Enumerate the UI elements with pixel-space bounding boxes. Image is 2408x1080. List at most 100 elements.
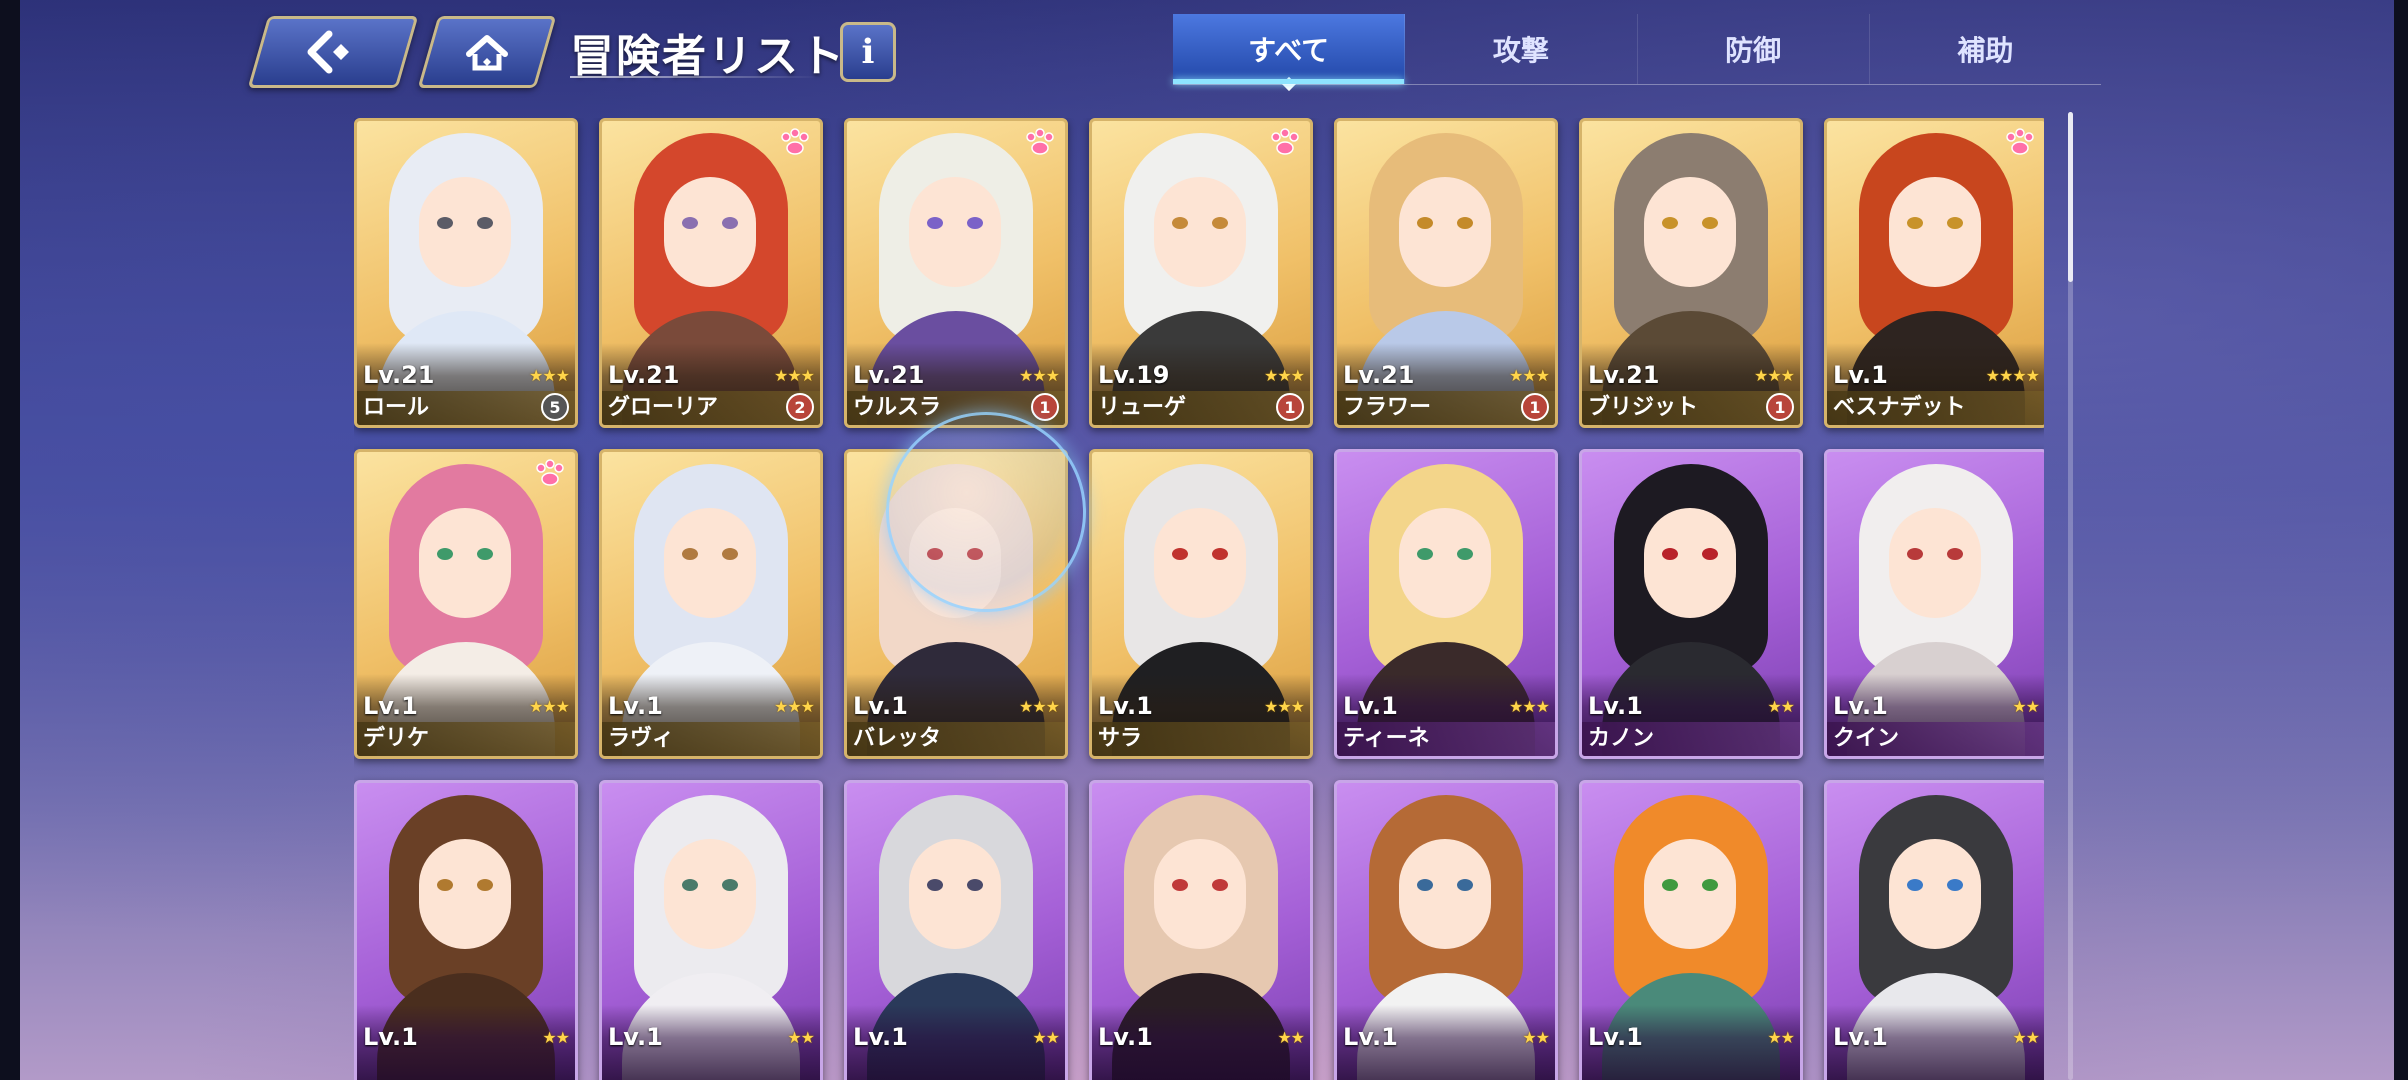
rank-badge: 1 — [1276, 393, 1304, 421]
level-label: Lv.1 — [1833, 692, 1888, 720]
level-label: Lv.21 — [608, 361, 680, 389]
star-rating: ★★★ — [1018, 366, 1060, 385]
star-rating: ★★★ — [528, 697, 570, 716]
star-rating: ★★ — [1767, 697, 1795, 716]
character-name: ベスナデット — [1833, 395, 1966, 420]
level-label: Lv.1 — [1833, 361, 1888, 389]
star-rating: ★★ — [2012, 1028, 2040, 1047]
adventurer-card[interactable]: Lv.21 ★★★ ウルスラ 1 — [844, 118, 1068, 428]
star-rating: ★★ — [2012, 697, 2040, 716]
star-rating: ★★ — [1522, 1028, 1550, 1047]
character-name: ブリジット — [1588, 395, 1699, 420]
level-label: Lv.21 — [853, 361, 925, 389]
rank-badge: 5 — [541, 393, 569, 421]
adventurer-card[interactable]: Lv.1 ★★★ ラヴィ — [599, 449, 823, 759]
level-label: Lv.19 — [1098, 361, 1170, 389]
level-label: Lv.1 — [363, 1023, 418, 1051]
star-rating: ★★★★ — [1985, 366, 2040, 385]
star-rating: ★★★ — [1508, 697, 1550, 716]
info-icon: i — [861, 32, 875, 72]
level-label: Lv.1 — [363, 692, 418, 720]
adventurer-card[interactable]: Lv.1 ★★ — [599, 780, 823, 1080]
level-label: Lv.1 — [1588, 1023, 1643, 1051]
character-name: バレッタ — [853, 726, 942, 751]
left-screen-edge — [0, 0, 20, 1080]
adventurer-card[interactable]: Lv.1 ★★ — [1334, 780, 1558, 1080]
tab-3[interactable]: 補助 — [1870, 14, 2101, 84]
adventurer-card[interactable]: Lv.21 ★★★ フラワー 1 — [1334, 118, 1558, 428]
paw-icon — [1271, 128, 1299, 155]
level-label: Lv.1 — [853, 1023, 908, 1051]
adventurer-card[interactable]: Lv.19 ★★★ リューゲ 1 — [1089, 118, 1313, 428]
adventurer-card[interactable]: Lv.21 ★★★ グローリア 2 — [599, 118, 823, 428]
tab-label: すべて — [1248, 34, 1330, 67]
character-name: フラワー — [1343, 395, 1432, 420]
tabs-divider — [1173, 84, 2101, 85]
back-button[interactable] — [247, 16, 419, 88]
adventurer-card[interactable]: Lv.1 ★★★ バレッタ — [844, 449, 1068, 759]
character-name: ロール — [363, 395, 430, 420]
star-rating: ★★★ — [1508, 366, 1550, 385]
adventurer-card[interactable]: Lv.21 ★★★ ブリジット 1 — [1579, 118, 1803, 428]
character-name: リューゲ — [1098, 395, 1187, 420]
paw-icon — [1026, 128, 1054, 155]
adventurer-card[interactable]: Lv.1 ★★ — [1089, 780, 1313, 1080]
adventurer-card[interactable]: Lv.1 ★★★ デリケ — [354, 449, 578, 759]
level-label: Lv.1 — [1833, 1023, 1888, 1051]
character-name: グローリア — [608, 395, 719, 420]
character-name: クイン — [1833, 726, 1900, 751]
level-label: Lv.1 — [853, 692, 908, 720]
home-button[interactable] — [417, 16, 557, 88]
adventurer-card[interactable]: Lv.1 ★★ — [1824, 780, 2044, 1080]
back-arrow-icon — [307, 30, 349, 74]
rank-badge: 1 — [1031, 393, 1059, 421]
home-icon — [466, 35, 508, 71]
adventurer-card[interactable]: Lv.1 ★★★ ティーネ — [1334, 449, 1558, 759]
star-rating: ★★★ — [1263, 697, 1305, 716]
tab-label: 攻撃 — [1492, 34, 1549, 67]
star-rating: ★★★ — [1018, 697, 1060, 716]
page-title: 冒険者リスト — [570, 31, 846, 82]
star-rating: ★★ — [542, 1028, 570, 1047]
level-label: Lv.21 — [1588, 361, 1660, 389]
level-label: Lv.1 — [1588, 692, 1643, 720]
character-name: カノン — [1588, 726, 1655, 751]
star-rating: ★★★ — [773, 366, 815, 385]
adventurer-grid: Lv.21 ★★★ ロール 5 Lv.21 ★★★ グローリア 2 Lv.21 ★★★ ウルスラ 1 L… — [354, 118, 2044, 1080]
paw-icon — [2006, 128, 2034, 155]
tab-label: 防御 — [1725, 34, 1782, 67]
tab-1[interactable]: 攻撃 — [1405, 14, 1638, 84]
star-rating: ★★★ — [1753, 366, 1795, 385]
filter-tabs: すべて 攻撃 防御 補助 — [1173, 14, 2101, 92]
adventurer-card[interactable]: Lv.1 ★★ — [1579, 780, 1803, 1080]
star-rating: ★★★ — [1263, 366, 1305, 385]
rank-badge: 1 — [1766, 393, 1794, 421]
level-label: Lv.1 — [608, 1023, 663, 1051]
character-name: デリケ — [363, 726, 430, 751]
level-label: Lv.1 — [1343, 692, 1398, 720]
star-rating: ★★★ — [528, 366, 570, 385]
adventurer-card[interactable]: Lv.1 ★★ — [844, 780, 1068, 1080]
star-rating: ★★ — [787, 1028, 815, 1047]
scrollbar-thumb[interactable] — [2068, 112, 2073, 282]
star-rating: ★★★ — [773, 697, 815, 716]
level-label: Lv.1 — [1098, 692, 1153, 720]
adventurer-card[interactable]: Lv.1 ★★★★ ベスナデット — [1824, 118, 2044, 428]
info-button[interactable]: i — [840, 22, 896, 82]
tab-0[interactable]: すべて — [1173, 14, 1406, 92]
star-rating: ★★ — [1767, 1028, 1795, 1047]
adventurer-card[interactable]: Lv.1 ★★ — [354, 780, 578, 1080]
tab-2[interactable]: 防御 — [1638, 14, 1870, 84]
level-label: Lv.1 — [1343, 1023, 1398, 1051]
title-underline — [570, 76, 820, 78]
adventurer-card[interactable]: Lv.21 ★★★ ロール 5 — [354, 118, 578, 428]
star-rating: ★★ — [1277, 1028, 1305, 1047]
adventurer-card[interactable]: Lv.1 ★★ クイン — [1824, 449, 2044, 759]
level-label: Lv.21 — [363, 361, 435, 389]
adventurer-card[interactable]: Lv.1 ★★★ サラ — [1089, 449, 1313, 759]
character-name: ティーネ — [1343, 726, 1430, 751]
adventurer-card[interactable]: Lv.1 ★★ カノン — [1579, 449, 1803, 759]
level-label: Lv.21 — [1343, 361, 1415, 389]
paw-icon — [781, 128, 809, 155]
paw-icon — [536, 459, 564, 486]
